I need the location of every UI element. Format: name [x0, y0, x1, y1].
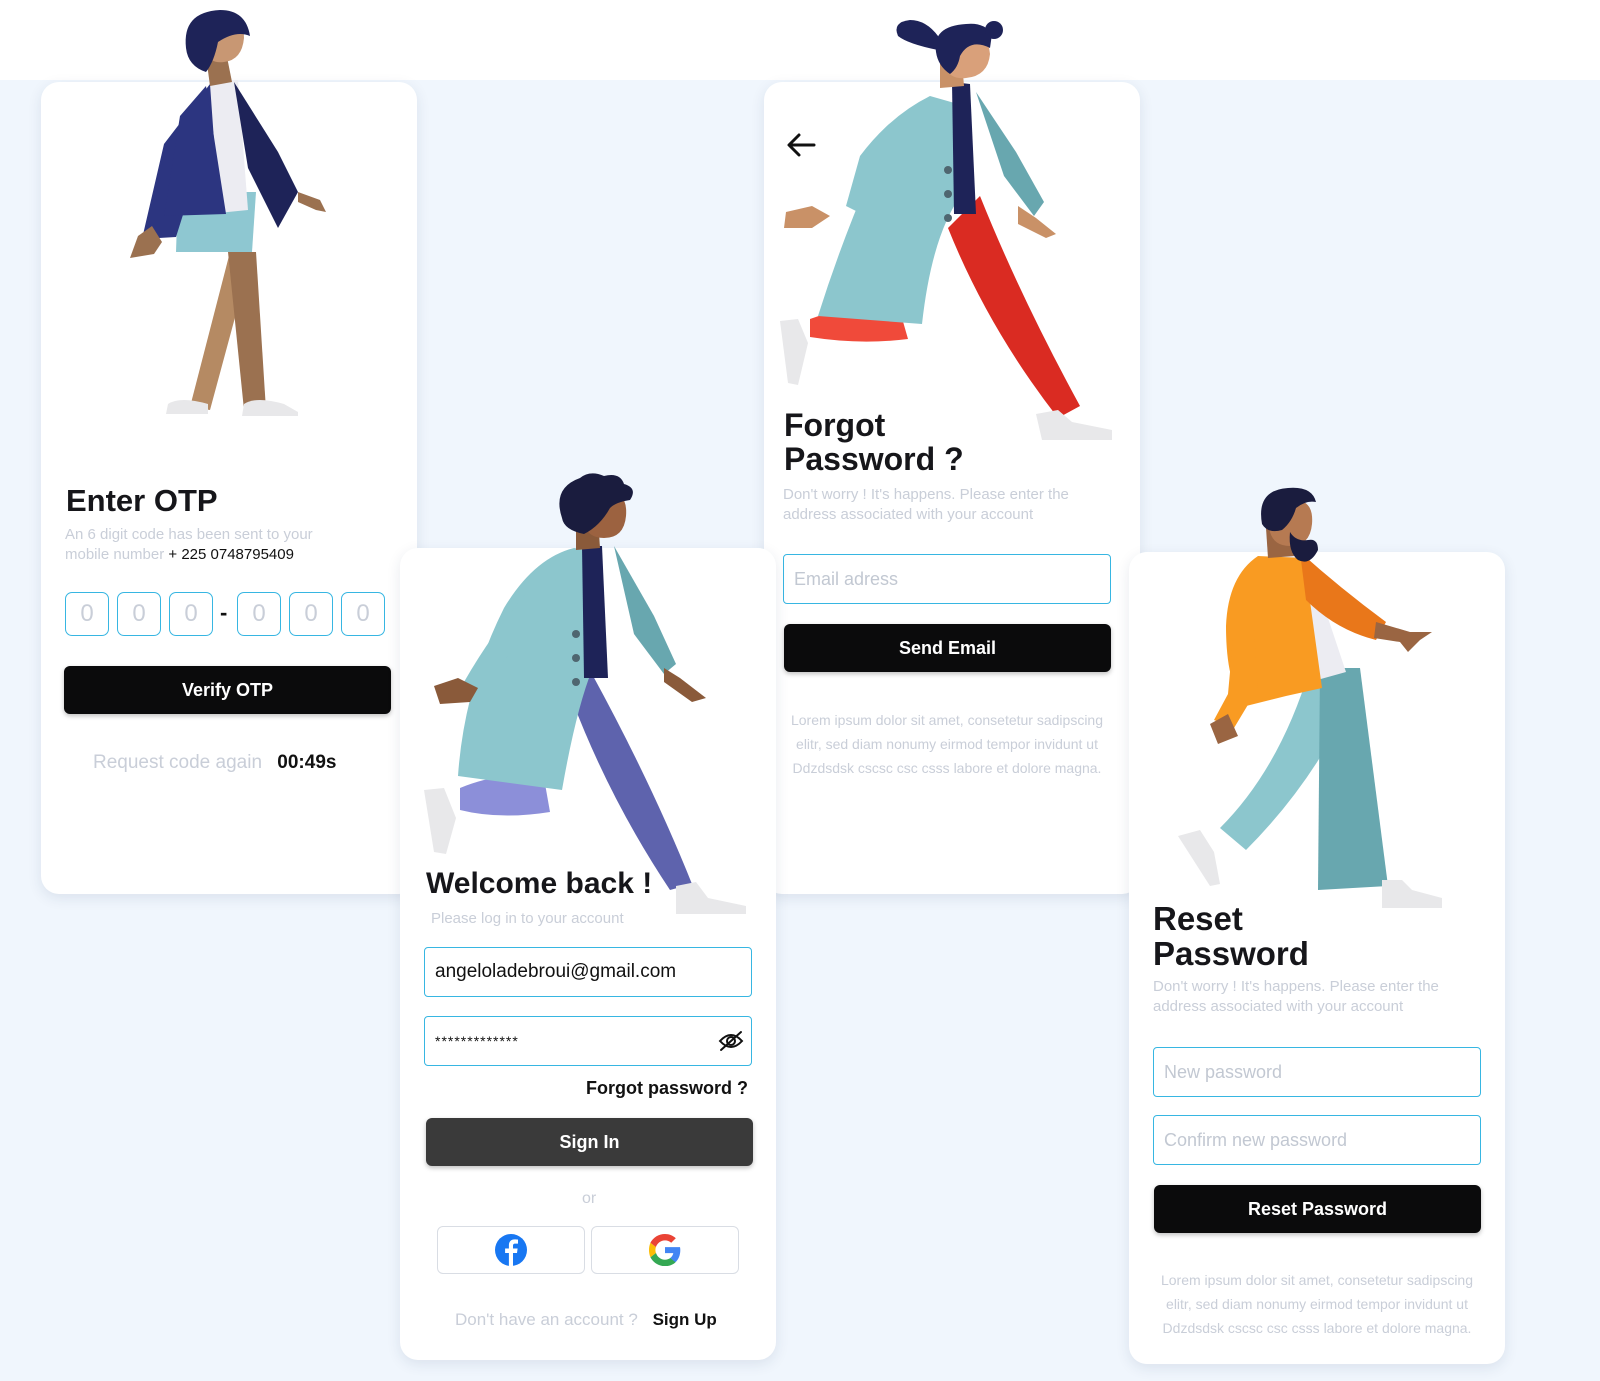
new-password-input[interactable] [1153, 1047, 1481, 1097]
forgot-subtitle: Don't worry ! It's happens. Please enter… [783, 486, 1069, 523]
otp-digit-3[interactable]: 0 [169, 592, 213, 636]
send-email-button[interactable]: Send Email [784, 624, 1111, 672]
reset-subtitle: Don't worry ! It's happens. Please enter… [1153, 978, 1439, 1015]
otp-phone-number: + 225 0748795409 [168, 546, 294, 563]
reset-password-title: Reset Password [1153, 900, 1309, 972]
forgot-title-line2: Password ? [784, 440, 964, 477]
forgot-title-line1: Forgot [784, 407, 886, 443]
otp-digit-4[interactable]: 0 [237, 592, 281, 636]
email-field[interactable]: angeloladebroui@gmail.com [424, 947, 752, 997]
request-code-row: Request code again 00:49s [93, 752, 336, 774]
reset-lorem-text: Lorem ipsum dolor sit amet, consetetur s… [1160, 1272, 1474, 1336]
facebook-login-button[interactable] [437, 1226, 585, 1274]
eye-off-icon[interactable] [718, 1030, 744, 1052]
man-orange-jacket-illustration [1178, 487, 1442, 908]
forgot-password-link[interactable]: Forgot password ? [586, 1078, 748, 1099]
email-address-input[interactable] [783, 554, 1111, 604]
otp-digit-5[interactable]: 0 [289, 592, 333, 636]
reset-password-button[interactable]: Reset Password [1154, 1185, 1481, 1233]
walking-person-illustration [130, 10, 326, 416]
no-account-text: Don't have an account ? [455, 1310, 638, 1329]
forgot-lorem-text: Lorem ipsum dolor sit amet, consetetur s… [790, 712, 1104, 776]
otp-digit-2[interactable]: 0 [117, 592, 161, 636]
welcome-subtitle: Please log in to your account [431, 910, 624, 927]
sign-in-button[interactable]: Sign In [426, 1118, 753, 1166]
man-walking-illustration [424, 473, 746, 914]
woman-running-illustration [780, 20, 1112, 440]
signup-row: Don't have an account ? Sign Up [455, 1310, 717, 1330]
google-icon [649, 1234, 681, 1266]
otp-digit-6[interactable]: 0 [341, 592, 385, 636]
request-code-again-link[interactable]: Request code again [93, 752, 262, 773]
otp-digit-1[interactable]: 0 [65, 592, 109, 636]
or-divider: or [582, 1190, 597, 1207]
welcome-title: Welcome back ! [426, 867, 653, 900]
password-field[interactable]: ************* [424, 1016, 752, 1066]
otp-title: Enter OTP [66, 483, 218, 518]
reset-title-line2: Password [1153, 934, 1309, 972]
forgot-password-title: Forgot Password ? [784, 407, 964, 477]
sign-up-link[interactable]: Sign Up [653, 1310, 717, 1329]
password-mask: ************* [435, 1033, 519, 1049]
verify-otp-button[interactable]: Verify OTP [64, 666, 391, 714]
facebook-icon [495, 1234, 527, 1266]
otp-separator: - [220, 600, 228, 625]
otp-timer: 00:49s [277, 752, 337, 773]
confirm-password-input[interactable] [1153, 1115, 1481, 1165]
otp-subtitle: An 6 digit code has been sent to your mo… [65, 525, 355, 565]
reset-title-line1: Reset [1153, 900, 1243, 937]
google-login-button[interactable] [591, 1226, 739, 1274]
